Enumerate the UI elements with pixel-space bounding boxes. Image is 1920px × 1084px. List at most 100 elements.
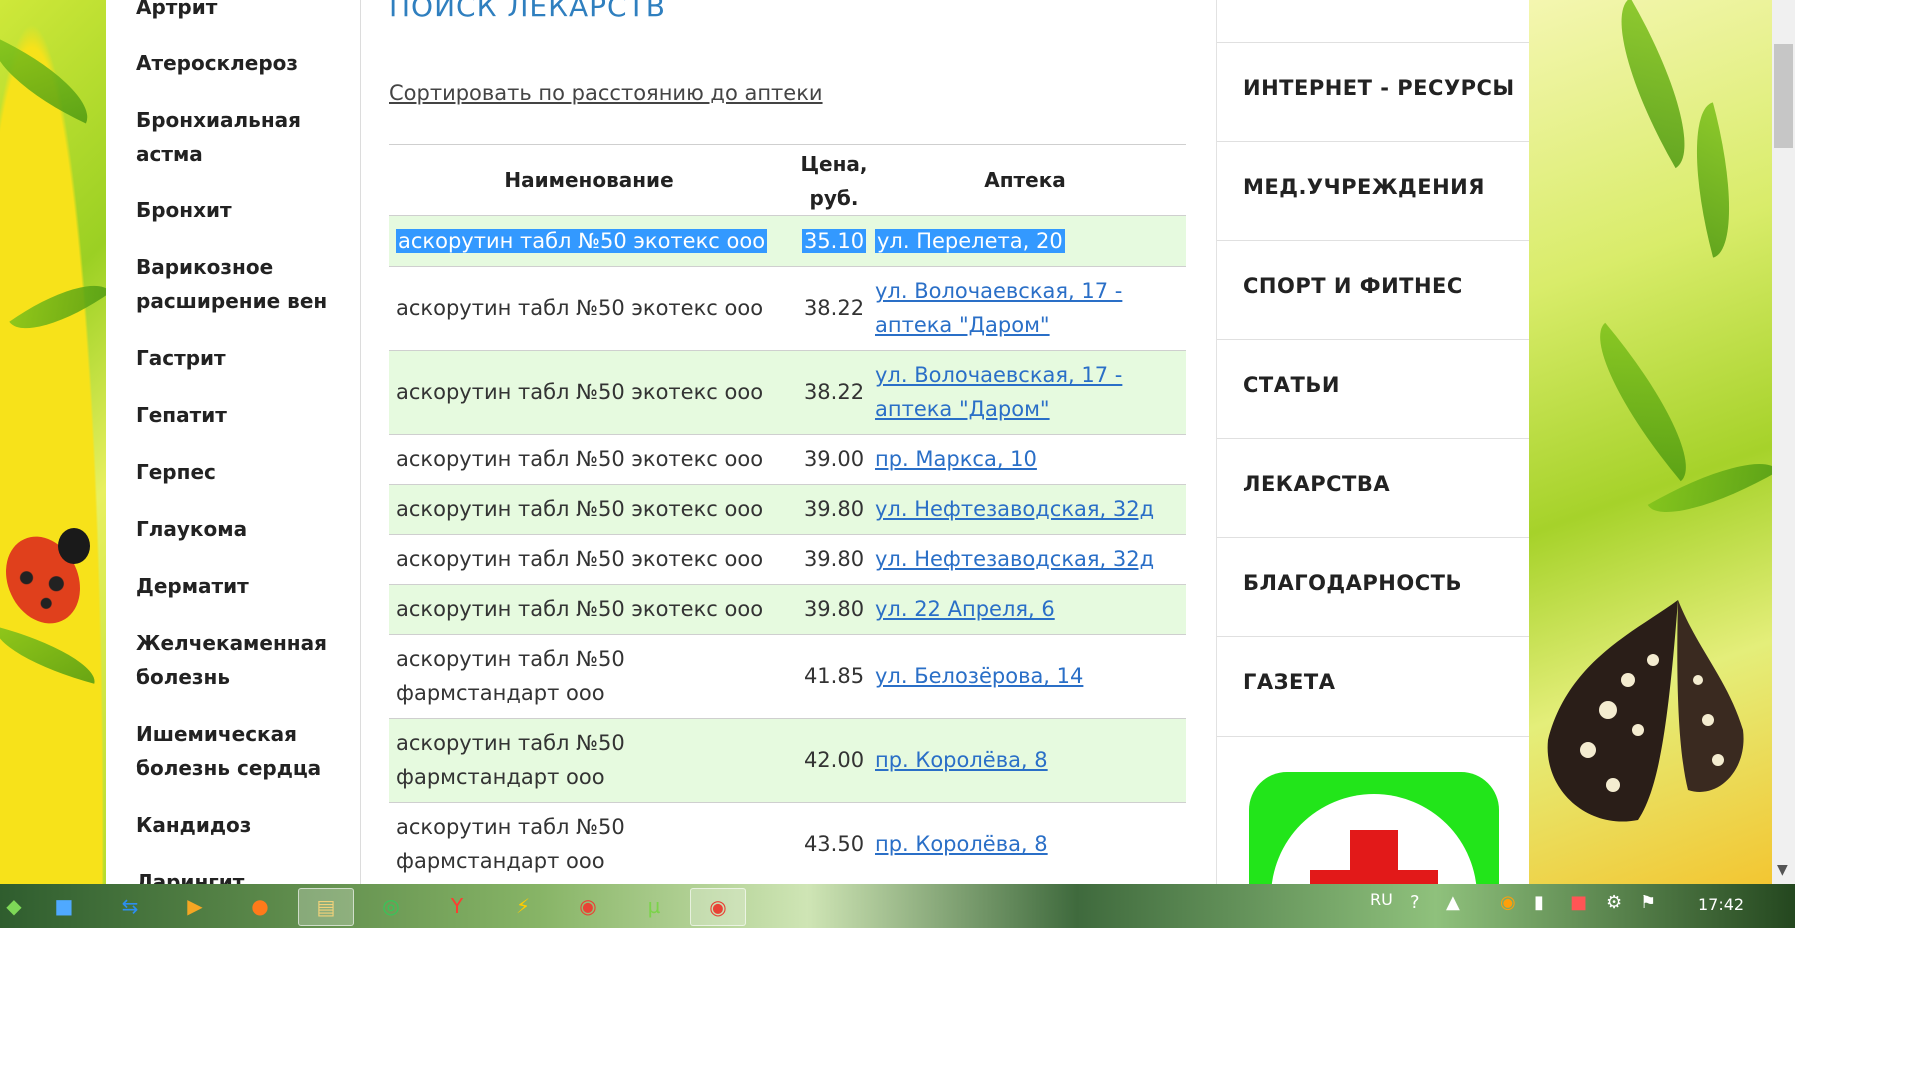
pharmacy-link[interactable]: ул. Нефтезаводская, 32д <box>875 497 1154 521</box>
sidebar-item-glaucoma[interactable]: Глаукома <box>136 512 351 546</box>
sidebar-item-bronchial-asthma[interactable]: Бронхиальная астма <box>136 103 351 171</box>
pharmacy-link[interactable]: ул. Перелета, 20 <box>875 229 1065 253</box>
pharmacy-link[interactable]: ул. Белозёрова, 14 <box>875 664 1083 688</box>
pharmacy-link[interactable]: ул. Нефтезаводская, 32д <box>875 547 1154 571</box>
table-row: аскорутин табл №50 экотекс ооо 39.80 ул.… <box>389 585 1186 635</box>
browser-viewport: Артрит Атеросклероз Бронхиальная астма Б… <box>0 0 1795 928</box>
menu-item-medical-institutions[interactable]: МЕД.УЧРЕЖДЕНИЯ <box>1217 141 1529 241</box>
scroll-down-arrow-icon[interactable]: ▼ <box>1777 862 1788 878</box>
table-row: аскорутин табл №50 фармстандарт ооо 41.8… <box>389 635 1186 719</box>
sidebar-item-ischemic-heart-disease[interactable]: Ишемическая болезнь сердца <box>136 717 351 785</box>
scrollbar-thumb[interactable] <box>1774 44 1793 148</box>
column-header-pharmacy: Аптека <box>984 168 1066 192</box>
help-icon[interactable]: ? <box>1410 892 1420 913</box>
sidebar-item-candidiasis[interactable]: Кандидоз <box>136 808 351 842</box>
medicine-name: аскорутин табл №50 экотекс ооо <box>396 229 768 253</box>
menu-item-label: ИНТЕРНЕТ - РЕСУРСЫ <box>1243 76 1515 100</box>
pharmacy-link[interactable]: ул. Волочаевская, 17 - аптека "Даром" <box>875 279 1122 337</box>
taskbar-clock[interactable]: 17:42 <box>1698 895 1744 914</box>
sidebar-item-arthritis[interactable]: Артрит <box>136 0 351 24</box>
settings-gear-icon[interactable]: ⚙ <box>1606 892 1622 913</box>
medicine-name: аскорутин табл №50 фармстандарт ооо <box>396 647 625 705</box>
medicine-price: 41.85 <box>803 664 865 688</box>
pharmacy-link[interactable]: ул. 22 Апреля, 6 <box>875 597 1055 621</box>
medicine-name: аскорутин табл №50 экотекс ооо <box>396 547 764 571</box>
background-decoration-left <box>0 0 111 884</box>
sort-by-distance-link[interactable]: Сортировать по расстоянию до аптеки <box>389 81 823 105</box>
menu-item-label: БЛАГОДАРНОСТЬ <box>1243 571 1462 595</box>
sidebar-item-gallstone-disease[interactable]: Желчекаменная болезнь <box>136 626 351 694</box>
menu-item-label: СПОРТ И ФИТНЕС <box>1243 274 1463 298</box>
column-header-name: Наименование <box>504 168 674 192</box>
yandex-browser-icon[interactable]: Y <box>437 888 477 924</box>
medicine-price: 43.50 <box>803 832 865 856</box>
sidebar-item-atherosclerosis[interactable]: Атеросклероз <box>136 46 351 80</box>
sidebar-item-hepatitis[interactable]: Гепатит <box>136 398 351 432</box>
show-hidden-icons-icon[interactable]: ▲ <box>1446 892 1460 913</box>
medicine-name: аскорутин табл №50 экотекс ооо <box>396 597 764 621</box>
menu-item-gratitude[interactable]: БЛАГОДАРНОСТЬ <box>1217 537 1529 637</box>
table-row: аскорутин табл №50 экотекс ооо 35.10 ул.… <box>389 216 1186 267</box>
column-header-price: Цена, руб. <box>800 152 868 210</box>
pharmacy-link[interactable]: пр. Королёва, 8 <box>875 748 1048 772</box>
sidebar-item-herpes[interactable]: Герпес <box>136 455 351 489</box>
main-content: ПОИСК ЛЕКАРСТВ Сортировать по расстоянию… <box>361 0 1216 887</box>
page-title: ПОИСК ЛЕКАРСТВ <box>389 0 666 23</box>
pharmacy-link[interactable]: ул. Волочаевская, 17 - аптека "Даром" <box>875 363 1122 421</box>
medicine-price: 39.80 <box>803 597 865 621</box>
table-row: аскорутин табл №50 экотекс ооо 38.22 ул.… <box>389 351 1186 435</box>
medicine-results-table: Наименование Цена, руб. Аптека аскорутин… <box>389 144 1186 887</box>
sidebar-item-bronchitis[interactable]: Бронхит <box>136 193 351 227</box>
network-signal-icon[interactable]: ▮ <box>1534 892 1544 913</box>
media-player-icon[interactable]: ▶ <box>175 888 215 924</box>
menu-item-medicines[interactable]: ЛЕКАРСТВА <box>1217 438 1529 538</box>
table-row: аскорутин табл №50 фармстандарт ооо 42.0… <box>389 719 1186 803</box>
finder-icon[interactable]: ■ <box>44 888 84 924</box>
butterfly-image <box>1547 600 1744 822</box>
medicine-price: 38.22 <box>803 380 865 404</box>
menu-item-sport-fitness[interactable]: СПОРТ И ФИТНЕС <box>1217 240 1529 340</box>
table-row: аскорутин табл №50 экотекс ооо 39.80 ул.… <box>389 485 1186 535</box>
menu-item-articles[interactable]: СТАТЬИ <box>1217 339 1529 439</box>
menu-item-label: ГАЗЕТА <box>1243 670 1336 694</box>
menu-item-label: МЕД.УЧРЕЖДЕНИЯ <box>1243 175 1485 199</box>
page-scrollbar[interactable]: ▼ <box>1772 0 1795 884</box>
chrome-icon[interactable]: ◉ <box>690 888 746 926</box>
language-indicator[interactable]: RU <box>1370 890 1393 909</box>
medicine-name: аскорутин табл №50 фармстандарт ооо <box>396 815 625 873</box>
medicine-name: аскорутин табл №50 экотекс ооо <box>396 447 764 471</box>
windows-start-icon[interactable]: ◆ <box>0 888 34 924</box>
ladybug-head-image <box>58 528 90 564</box>
teamviewer-icon[interactable]: ⇆ <box>110 888 150 924</box>
medicine-price: 38.22 <box>803 296 865 320</box>
sidebar-item-dermatitis[interactable]: Дерматит <box>136 569 351 603</box>
table-row: аскорутин табл №50 экотекс ооо 38.22 ул.… <box>389 267 1186 351</box>
avast-icon[interactable]: ◉ <box>1500 892 1516 913</box>
menu-item-internet-resources[interactable]: ИНТЕРНЕТ - РЕСУРСЫ <box>1217 42 1529 142</box>
medicine-price: 35.10 <box>801 229 867 253</box>
table-row: аскорутин табл №50 фармстандарт ооо 43.5… <box>389 803 1186 887</box>
opera-icon[interactable]: ● <box>240 888 280 924</box>
table-row: аскорутин табл №50 экотекс ооо 39.80 ул.… <box>389 535 1186 585</box>
chrome-icon[interactable]: ◉ <box>568 888 608 924</box>
file-explorer-icon[interactable]: ▤ <box>298 888 354 926</box>
medicine-price: 39.80 <box>803 547 865 571</box>
medicine-name: аскорутин табл №50 фармстандарт ооо <box>396 731 625 789</box>
battery-icon[interactable]: ■ <box>1570 892 1587 913</box>
action-center-flag-icon[interactable]: ⚑ <box>1640 892 1656 913</box>
medicine-name: аскорутин табл №50 экотекс ооо <box>396 380 764 404</box>
table-header: Наименование Цена, руб. Аптека <box>389 145 1186 216</box>
medicine-name: аскорутин табл №50 экотекс ооо <box>396 497 764 521</box>
menu-item-label: СТАТЬИ <box>1243 373 1340 397</box>
sidebar-item-varicose-veins[interactable]: Варикозное расширение вен <box>136 250 351 318</box>
menu-item-newspaper[interactable]: ГАЗЕТА <box>1217 636 1529 737</box>
pharmacy-link[interactable]: пр. Маркса, 10 <box>875 447 1037 471</box>
pharmacy-link[interactable]: пр. Королёва, 8 <box>875 832 1048 856</box>
winamp-icon[interactable]: ⚡ <box>503 888 543 924</box>
disease-sidebar: Артрит Атеросклероз Бронхиальная астма Б… <box>106 0 361 894</box>
sidebar-item-gastritis[interactable]: Гастрит <box>136 341 351 375</box>
green-app-icon[interactable]: ◎ <box>371 888 411 924</box>
windows-taskbar: ◆ ■ ⇆ ▶ ● ▤ ◎ Y ⚡ ◉ µ ◉ RU ? ▲ ◉ ▮ ■ ⚙ ⚑… <box>0 884 1795 928</box>
utorrent-icon[interactable]: µ <box>634 888 674 924</box>
medicine-price: 39.80 <box>803 497 865 521</box>
